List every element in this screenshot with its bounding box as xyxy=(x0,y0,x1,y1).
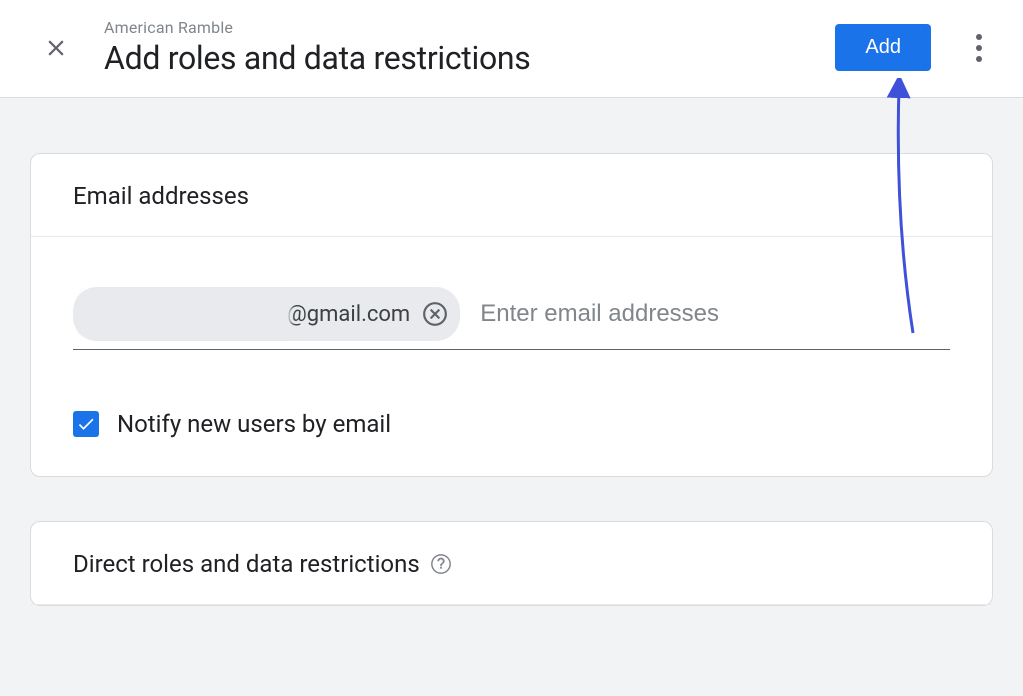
redacted-email-prefix xyxy=(81,293,291,335)
notify-checkbox-label: Notify new users by email xyxy=(117,410,391,438)
notify-checkbox-row: Notify new users by email xyxy=(73,410,950,438)
overflow-menu-button[interactable] xyxy=(959,28,999,68)
check-icon xyxy=(76,414,96,434)
remove-circle-icon xyxy=(422,301,448,327)
email-chip[interactable]: @gmail.com xyxy=(73,287,460,341)
email-input[interactable] xyxy=(480,300,950,328)
help-icon xyxy=(430,553,452,575)
help-button[interactable] xyxy=(430,553,452,575)
roles-card-title: Direct roles and data restrictions xyxy=(73,550,420,578)
content-area: Email addresses @gmail.com Notify new us… xyxy=(0,98,1023,606)
email-input-row: @gmail.com xyxy=(73,287,950,350)
property-name: American Ramble xyxy=(104,18,835,37)
email-card-title: Email addresses xyxy=(73,182,249,210)
email-addresses-card: Email addresses @gmail.com Notify new us… xyxy=(30,153,993,477)
email-card-header: Email addresses xyxy=(31,154,992,237)
chip-remove-button[interactable] xyxy=(422,301,448,327)
title-block: American Ramble Add roles and data restr… xyxy=(104,18,835,77)
page-title: Add roles and data restrictions xyxy=(104,39,835,77)
close-button[interactable] xyxy=(36,28,76,68)
email-chip-suffix: @gmail.com xyxy=(287,302,410,327)
page-header: American Ramble Add roles and data restr… xyxy=(0,0,1023,98)
more-vert-icon xyxy=(976,34,982,40)
close-icon xyxy=(43,35,69,61)
roles-card: Direct roles and data restrictions xyxy=(30,521,993,606)
email-card-body: @gmail.com Notify new users by email xyxy=(31,237,992,476)
notify-checkbox[interactable] xyxy=(73,411,99,437)
roles-card-header: Direct roles and data restrictions xyxy=(31,522,992,605)
add-button[interactable]: Add xyxy=(835,24,931,71)
